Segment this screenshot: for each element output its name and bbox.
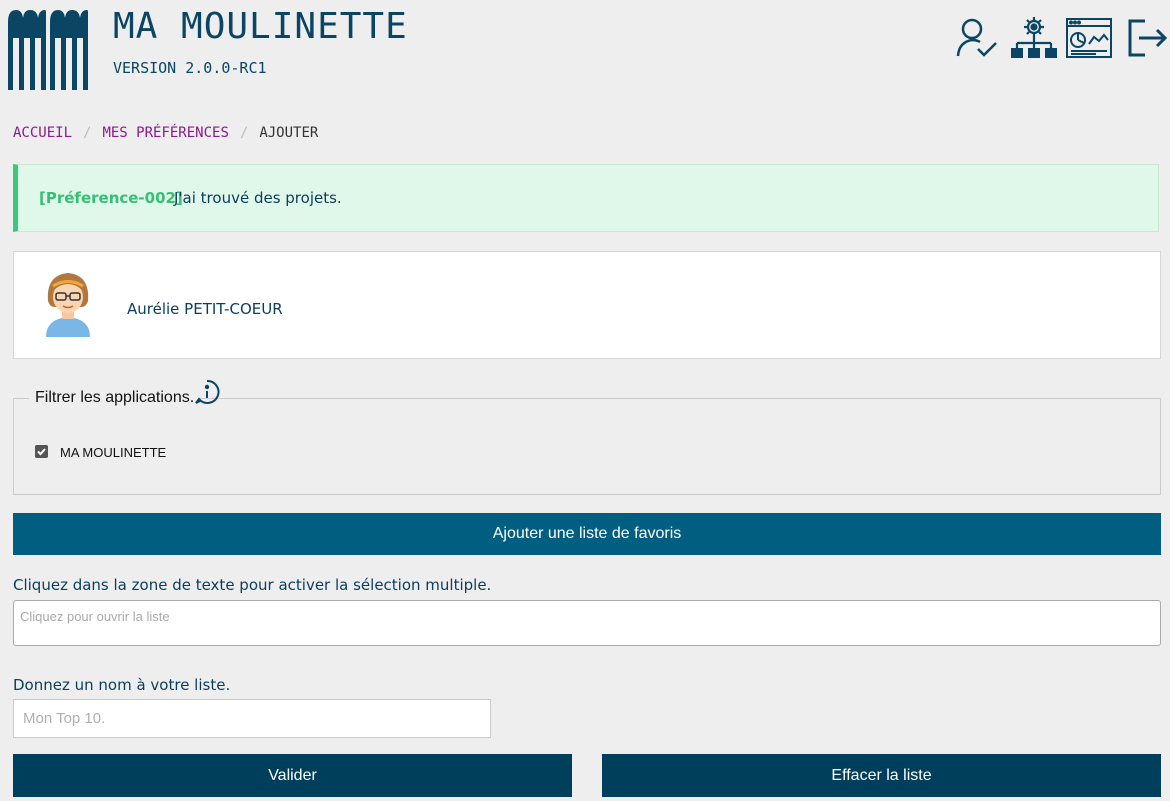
multi-select-input[interactable]: Cliquez pour ouvrir la liste — [13, 600, 1161, 646]
user-name: Aurélie PETIT-COEUR — [127, 300, 283, 318]
app-checkbox-label: MA MOULINETTE — [60, 445, 167, 460]
validate-button[interactable]: Valider — [13, 754, 572, 797]
list-name-input[interactable] — [13, 699, 491, 738]
sitemap-gear-icon[interactable] — [1010, 16, 1058, 64]
app-title: MA MOULINETTE — [113, 6, 408, 47]
success-alert: [Préference-002] J'ai trouvé des projets… — [13, 164, 1159, 232]
logout-icon[interactable] — [1125, 16, 1169, 60]
breadcrumb-preferences-link[interactable]: MES PRÉFÉRENCES — [102, 125, 228, 141]
alert-code: [Préference-002] — [39, 189, 183, 207]
breadcrumb-current: AJOUTER — [259, 125, 319, 141]
user-card: Aurélie PETIT-COEUR — [13, 251, 1161, 359]
dashboard-browser-icon[interactable] — [1066, 16, 1112, 60]
user-check-icon[interactable] — [955, 16, 999, 60]
filter-fieldset: Filtrer les applications. — [13, 389, 1161, 495]
female-avatar-icon — [46, 273, 90, 337]
list-name-label: Donnez un nom à votre liste. — [13, 676, 231, 694]
add-favorites-button[interactable]: Ajouter une liste de favoris — [13, 513, 1161, 555]
alert-message: J'ai trouvé des projets. — [174, 189, 342, 207]
clear-list-button[interactable]: Effacer la liste — [602, 754, 1161, 797]
breadcrumb-home-link[interactable]: ACCUEIL — [13, 125, 72, 141]
multi-select-label: Cliquez dans la zone de texte pour activ… — [13, 576, 492, 594]
breadcrumb-separator: / — [239, 125, 249, 141]
app-logo — [8, 10, 88, 90]
info-icon[interactable] — [194, 379, 220, 405]
app-header: MA MOULINETTE VERSION 2.0.0-RC1 — [0, 0, 1170, 100]
breadcrumb: ACCUEIL / MES PRÉFÉRENCES / AJOUTER — [13, 125, 318, 141]
app-version: VERSION 2.0.0-RC1 — [113, 59, 267, 77]
multi-select-placeholder: Cliquez pour ouvrir la liste — [20, 609, 170, 624]
filter-legend: Filtrer les applications. — [29, 389, 201, 407]
breadcrumb-separator: / — [83, 125, 92, 141]
app-checkbox[interactable] — [35, 445, 48, 458]
